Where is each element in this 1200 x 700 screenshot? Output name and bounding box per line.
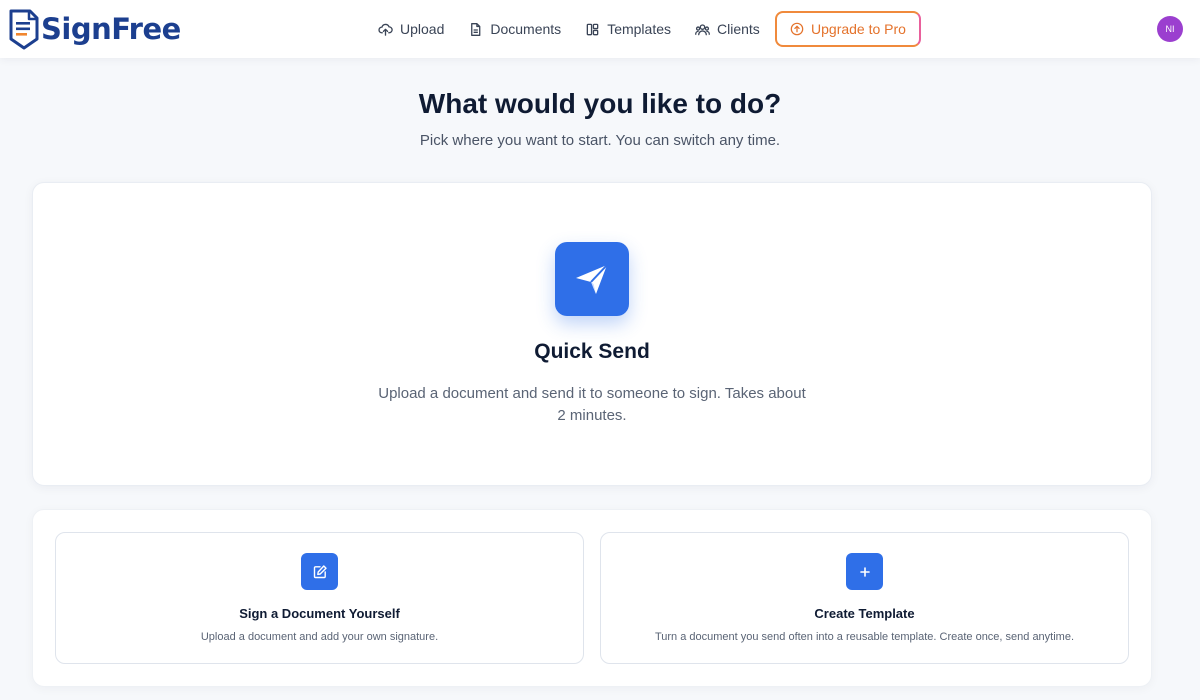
upgrade-label: Upgrade to Pro (811, 21, 906, 37)
nav-item-upload[interactable]: Upload (378, 21, 444, 37)
sign-yourself-icon-tile (301, 553, 338, 590)
nav-item-label: Upload (400, 21, 445, 37)
create-template-title: Create Template (814, 606, 915, 621)
quick-send-title: Quick Send (534, 340, 650, 363)
paper-plane-icon (576, 264, 608, 294)
nav-item-label: Clients (717, 21, 760, 37)
sign-document-yourself-card[interactable]: Sign a Document Yourself Upload a docume… (55, 532, 584, 664)
templates-grid-icon (586, 23, 599, 35)
document-icon (471, 22, 481, 36)
page-title: What would you like to do? (418, 88, 782, 119)
upload-cloud-icon (378, 23, 393, 36)
users-icon (695, 23, 710, 35)
sign-yourself-description: Upload a document and add your own signa… (200, 631, 439, 643)
nav-item-templates[interactable]: Templates (585, 21, 671, 37)
signfree-logo[interactable]: SignFree (8, 8, 181, 50)
edit-pen-icon (313, 564, 327, 578)
sign-yourself-title: Sign a Document Yourself (239, 606, 400, 621)
arrow-up-circle-icon (790, 22, 804, 36)
quick-send-card[interactable]: Quick Send Upload a document and send it… (32, 182, 1152, 486)
brand-name: SignFree (41, 12, 181, 46)
nav-item-clients[interactable]: Clients (695, 21, 760, 37)
nav-item-label: Documents (490, 21, 562, 37)
user-avatar[interactable]: NI (1157, 16, 1183, 42)
nav-item-label: Templates (607, 21, 671, 37)
quick-send-description: Upload a document and send it to someone… (378, 385, 806, 424)
page-subtitle: Pick where you want to start. You can sw… (419, 132, 781, 149)
create-template-icon-tile (846, 553, 883, 590)
upgrade-to-pro-button[interactable]: Upgrade to Pro (775, 11, 921, 47)
create-template-description: Turn a document you send often into a re… (654, 631, 1075, 643)
nav-item-documents[interactable]: Documents (468, 21, 561, 37)
secondary-options-panel: Sign a Document Yourself Upload a docume… (32, 509, 1152, 687)
plus-icon (859, 566, 870, 577)
quick-send-icon-tile (555, 242, 629, 316)
create-template-card[interactable]: Create Template Turn a document you send… (600, 532, 1129, 664)
document-shield-logo-icon (9, 9, 39, 50)
main-nav: Upload Documents Templates Clients (378, 0, 784, 58)
top-navigation-bar: SignFree Upload Documents Templates Clie… (0, 0, 1200, 58)
